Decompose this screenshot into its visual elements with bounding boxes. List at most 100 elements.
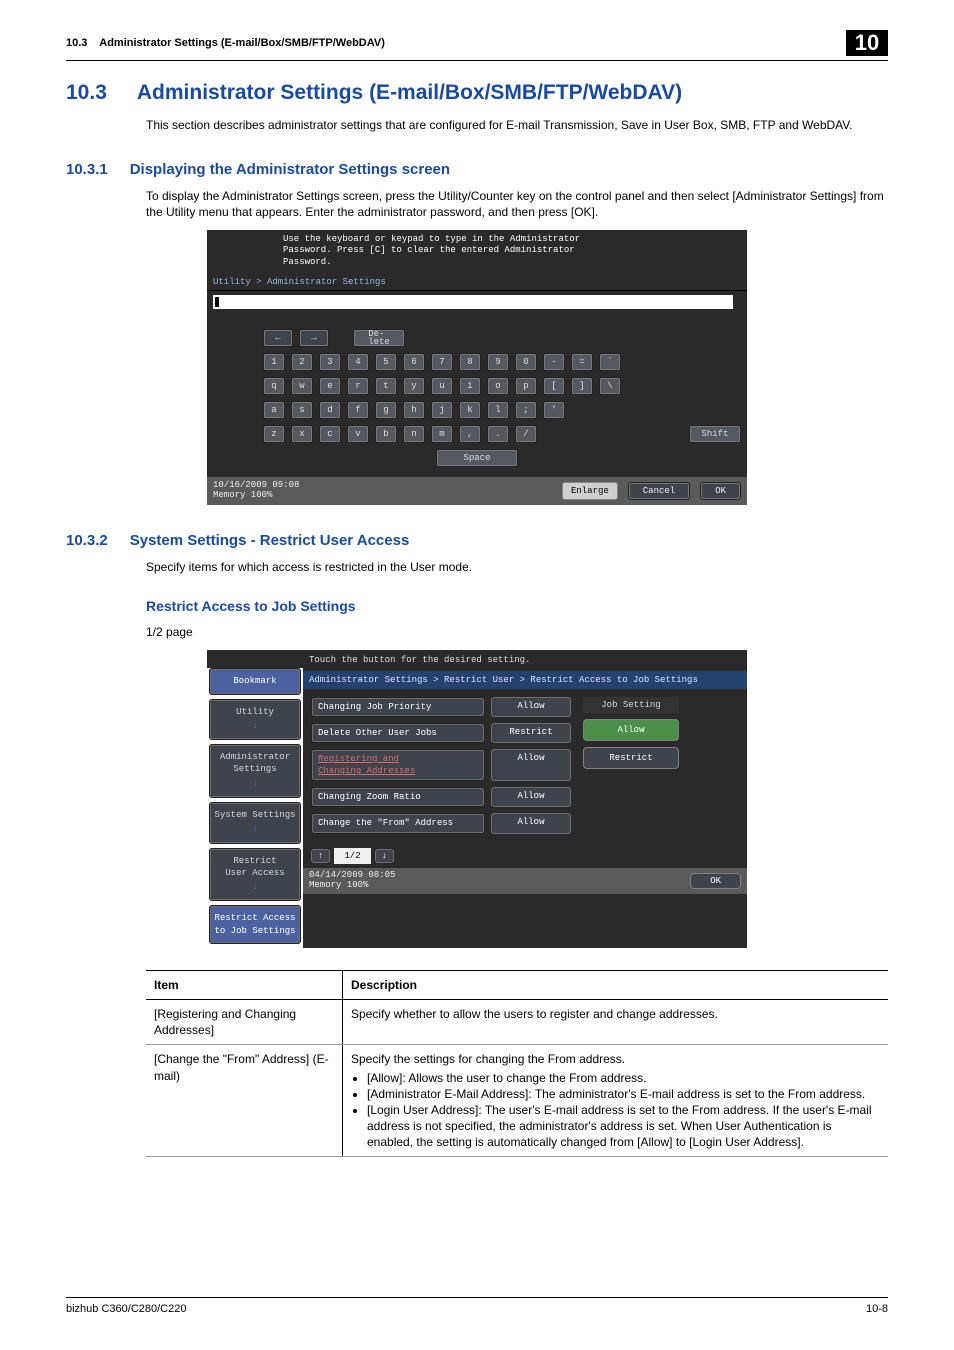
th-item: Item xyxy=(146,970,343,999)
key-u[interactable]: u xyxy=(431,377,453,395)
key-6[interactable]: 6 xyxy=(403,353,425,371)
delete-key[interactable]: De- lete xyxy=(353,329,405,347)
key-w[interactable]: w xyxy=(291,377,313,395)
key-d[interactable]: d xyxy=(319,401,341,419)
password-field-wrap xyxy=(207,291,747,317)
setting-value: Allow xyxy=(491,697,571,717)
panel1-footer: 10/16/2009 09:08 Memory 100% Enlarge Can… xyxy=(207,477,747,505)
key-.[interactable]: . xyxy=(487,425,509,443)
panel2-ok-button[interactable]: OK xyxy=(690,873,741,889)
sidebar-item[interactable]: Utility↓ xyxy=(209,699,301,741)
key-k[interactable]: k xyxy=(459,401,481,419)
arrow-right-key[interactable]: → xyxy=(299,329,329,347)
h1-title: Administrator Settings (E-mail/Box/SMB/F… xyxy=(137,79,682,107)
space-key[interactable]: Space xyxy=(436,449,518,467)
r2-b2: [Administrator E-Mail Address]: The admi… xyxy=(367,1086,880,1102)
sidebar-item[interactable]: Restrict User Access↓ xyxy=(209,848,301,902)
allow-button[interactable]: Allow xyxy=(583,719,679,741)
key-\[interactable]: \ xyxy=(599,377,621,395)
key-p[interactable]: p xyxy=(515,377,537,395)
key-t[interactable]: t xyxy=(375,377,397,395)
key-a[interactable]: a xyxy=(263,401,285,419)
key-9[interactable]: 9 xyxy=(487,353,509,371)
r1-desc: Specify whether to allow the users to re… xyxy=(343,999,889,1044)
key-x[interactable]: x xyxy=(291,425,313,443)
enlarge-button[interactable]: Enlarge xyxy=(562,482,618,500)
key-r[interactable]: r xyxy=(347,377,369,395)
h2a-number: 10.3.1 xyxy=(66,160,108,180)
h2a-title: Displaying the Administrator Settings sc… xyxy=(130,160,450,180)
sidebar-item[interactable]: System Settings↓ xyxy=(209,802,301,844)
key-,[interactable]: , xyxy=(459,425,481,443)
panel1-datetime: 10/16/2009 09:08 Memory 100% xyxy=(213,481,552,501)
key--[interactable]: - xyxy=(543,353,565,371)
setting-value: Restrict xyxy=(491,723,571,743)
h3-title: Restrict Access to Job Settings xyxy=(146,597,888,616)
page-footer: bizhub C360/C280/C220 10-8 xyxy=(66,1297,888,1317)
ok-button[interactable]: OK xyxy=(700,482,741,500)
key-0[interactable]: 0 xyxy=(515,353,537,371)
p-b: Specify items for which access is restri… xyxy=(146,559,888,575)
key-;[interactable]: ; xyxy=(515,401,537,419)
key-e[interactable]: e xyxy=(319,377,341,395)
setting-row: Change the "From" AddressAllow xyxy=(311,813,571,833)
key-c[interactable]: c xyxy=(319,425,341,443)
restrict-access-panel: Bookmark Utility↓Administrator Settings↓S… xyxy=(207,650,747,947)
key-y[interactable]: y xyxy=(403,377,425,395)
key-z[interactable]: z xyxy=(263,425,285,443)
rh-title: Administrator Settings (E-mail/Box/SMB/F… xyxy=(99,37,385,49)
setting-label[interactable]: Changing Job Priority xyxy=(311,697,485,717)
cancel-button[interactable]: Cancel xyxy=(628,482,690,500)
setting-row: Delete Other User Jobs Restrict xyxy=(311,723,571,743)
r1-item: [Registering and Changing Addresses] xyxy=(146,999,343,1044)
table-row: [Change the "From" Address] (E-mail) Spe… xyxy=(146,1045,888,1157)
key-/[interactable]: / xyxy=(515,425,537,443)
sidebar-item[interactable]: Bookmark xyxy=(209,668,301,694)
password-input[interactable] xyxy=(213,295,733,309)
page-down-button[interactable]: ↓ xyxy=(375,849,394,863)
setting-row: Changing Job Priority Allow xyxy=(311,697,571,717)
key-b[interactable]: b xyxy=(375,425,397,443)
key-h[interactable]: h xyxy=(403,401,425,419)
key-1[interactable]: 1 xyxy=(263,353,285,371)
key-=[interactable]: = xyxy=(571,353,593,371)
key-q[interactable]: q xyxy=(263,377,285,395)
job-setting-title: Job Setting xyxy=(583,697,678,713)
arrow-left-key[interactable]: ← xyxy=(263,329,293,347)
p-a: To display the Administrator Settings sc… xyxy=(146,188,888,220)
setting-label[interactable]: Registering and Changing Addresses xyxy=(311,749,485,781)
key-[[interactable]: [ xyxy=(543,377,565,395)
setting-label[interactable]: Change the "From" Address xyxy=(311,813,485,833)
key-j[interactable]: j xyxy=(431,401,453,419)
h1-number: 10.3 xyxy=(66,79,107,107)
key-`[interactable]: ` xyxy=(599,353,621,371)
key-4[interactable]: 4 xyxy=(347,353,369,371)
key-2[interactable]: 2 xyxy=(291,353,313,371)
key-m[interactable]: m xyxy=(431,425,453,443)
key-5[interactable]: 5 xyxy=(375,353,397,371)
key-8[interactable]: 8 xyxy=(459,353,481,371)
key-i[interactable]: i xyxy=(459,377,481,395)
th-desc: Description xyxy=(343,970,889,999)
shift-key[interactable]: Shift xyxy=(689,425,741,443)
setting-label[interactable]: Changing Zoom Ratio xyxy=(311,787,485,807)
key-7[interactable]: 7 xyxy=(431,353,453,371)
sidebar-item[interactable]: Restrict Access to Job Settings xyxy=(209,905,301,943)
key-'[interactable]: ' xyxy=(543,401,565,419)
setting-label[interactable]: Delete Other User Jobs xyxy=(311,723,485,743)
key-g[interactable]: g xyxy=(375,401,397,419)
key-n[interactable]: n xyxy=(403,425,425,443)
key-s[interactable]: s xyxy=(291,401,313,419)
key-l[interactable]: l xyxy=(487,401,509,419)
restrict-button[interactable]: Restrict xyxy=(583,747,679,769)
page-up-button[interactable]: ↑ xyxy=(311,849,330,863)
sidebar-item[interactable]: Administrator Settings↓ xyxy=(209,744,301,798)
key-o[interactable]: o xyxy=(487,377,509,395)
key-f[interactable]: f xyxy=(347,401,369,419)
keyboard: ← → De- lete 1234567890-= ` qwertyuiop [] \… xyxy=(207,317,747,477)
key-3[interactable]: 3 xyxy=(319,353,341,371)
key-v[interactable]: v xyxy=(347,425,369,443)
panel2-datetime: 04/14/2009 08:05 Memory 100% xyxy=(309,871,690,891)
key-][interactable]: ] xyxy=(571,377,593,395)
footer-left: bizhub C360/C280/C220 xyxy=(66,1302,186,1317)
